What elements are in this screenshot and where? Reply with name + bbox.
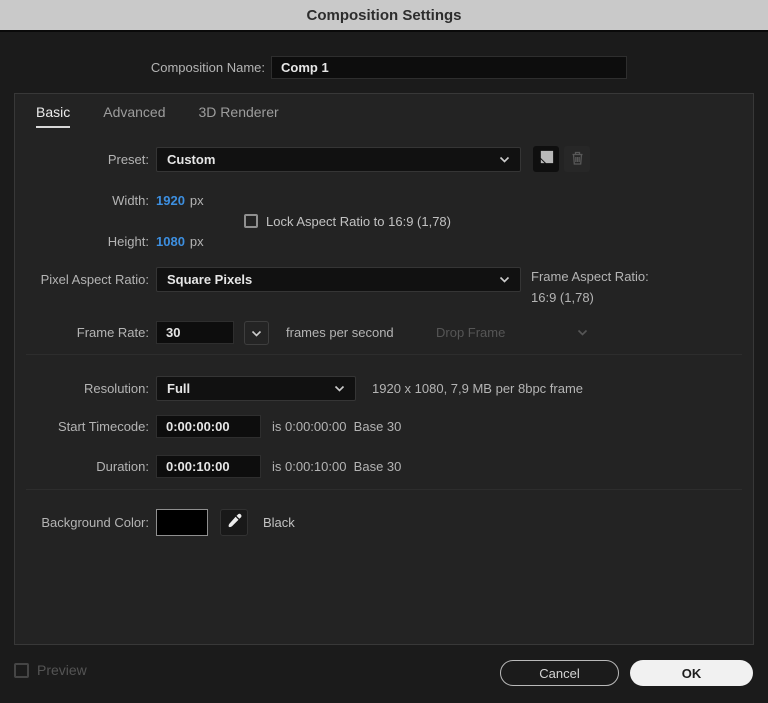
- height-value[interactable]: 1080: [156, 234, 185, 249]
- resolution-row: Resolution: Full 1920 x 1080, 7,9 MB per…: [15, 375, 583, 401]
- dialog-title: Composition Settings: [306, 6, 462, 24]
- background-color-swatch[interactable]: [156, 508, 208, 536]
- duration-label: Duration:: [96, 459, 149, 474]
- ok-button[interactable]: OK: [630, 660, 753, 686]
- duration-input[interactable]: [156, 455, 261, 478]
- chevron-down-icon: [499, 276, 510, 283]
- composition-name-label: Composition Name:: [150, 60, 265, 75]
- start-timecode-row: Start Timecode: is 0:00:00:00 Base 30: [15, 415, 401, 438]
- tab-basic[interactable]: Basic: [36, 104, 71, 128]
- drop-frame-label: Drop Frame: [436, 325, 506, 340]
- height-unit: px: [189, 233, 204, 249]
- settings-panel: Basic Advanced 3D Renderer Preset: Custo…: [14, 93, 754, 645]
- chevron-down-icon: [499, 156, 510, 163]
- pixel-aspect-ratio-value: Square Pixels: [167, 271, 253, 287]
- resolution-label: Resolution:: [83, 380, 149, 396]
- lock-aspect-row: Lock Aspect Ratio to 16:9 (1,78): [244, 212, 451, 230]
- resolution-info: 1920 x 1080, 7,9 MB per 8bpc frame: [372, 380, 584, 396]
- dialog-titlebar: Composition Settings: [0, 0, 768, 32]
- tab-bar: Basic Advanced 3D Renderer: [36, 104, 279, 128]
- preview-label: Preview: [37, 662, 87, 678]
- frame-rate-label: Frame Rate:: [76, 325, 149, 340]
- height-row: Height: 1080 px: [15, 231, 204, 251]
- pixel-aspect-ratio-dropdown[interactable]: Square Pixels: [156, 266, 521, 292]
- preset-dropdown[interactable]: Custom: [156, 146, 521, 172]
- background-color-label: Background Color:: [41, 514, 149, 530]
- background-color-name: Black: [263, 514, 295, 530]
- preset-label: Preset:: [107, 151, 149, 167]
- tab-advanced[interactable]: Advanced: [103, 104, 165, 128]
- composition-name-input[interactable]: [271, 56, 627, 79]
- frame-rate-input[interactable]: [156, 321, 234, 344]
- chevron-down-icon: [251, 325, 262, 340]
- pixel-aspect-ratio-label: Pixel Aspect Ratio:: [40, 271, 149, 287]
- background-color-row: Background Color: Black: [15, 508, 295, 536]
- delete-preset-button[interactable]: [564, 146, 590, 172]
- preset-row: Preset: Custom: [15, 146, 590, 172]
- cancel-button[interactable]: Cancel: [500, 660, 619, 686]
- preview-checkbox[interactable]: [14, 662, 29, 678]
- frame-rate-unit: frames per second: [286, 325, 394, 340]
- start-timecode-info: is 0:00:00:00 Base 30: [272, 419, 402, 434]
- eyedropper-button[interactable]: [220, 508, 248, 536]
- composition-name-row: Composition Name:: [0, 56, 768, 79]
- section-divider: [26, 489, 742, 490]
- tab-3d-renderer[interactable]: 3D Renderer: [199, 104, 279, 128]
- trash-icon: [570, 150, 585, 169]
- width-row: Width: 1920 px: [15, 190, 204, 210]
- frame-aspect-ratio-value: 16:9 (1,78): [531, 290, 594, 305]
- duration-info: is 0:00:10:00 Base 30: [272, 459, 402, 474]
- start-timecode-input[interactable]: [156, 415, 261, 438]
- width-value[interactable]: 1920: [156, 193, 185, 208]
- save-preset-icon: [538, 149, 555, 169]
- frame-aspect-ratio-info: Frame Aspect Ratio: 16:9 (1,78): [531, 266, 649, 308]
- start-timecode-label: Start Timecode:: [57, 419, 149, 434]
- drop-frame-dropdown: Drop Frame: [436, 320, 588, 345]
- eyedropper-icon: [226, 513, 242, 532]
- section-divider: [26, 354, 742, 355]
- resolution-dropdown[interactable]: Full: [156, 375, 356, 401]
- duration-row: Duration: is 0:00:10:00 Base 30: [15, 455, 401, 478]
- frame-rate-dropdown-button[interactable]: [244, 320, 269, 345]
- frame-rate-row: Frame Rate: frames per second: [15, 320, 394, 345]
- lock-aspect-checkbox[interactable]: [244, 214, 258, 228]
- height-label: Height:: [107, 233, 149, 249]
- width-label: Width:: [112, 192, 149, 208]
- chevron-down-icon: [577, 329, 588, 336]
- preview-row: Preview: [14, 662, 87, 678]
- resolution-value: Full: [167, 380, 191, 396]
- lock-aspect-label: Lock Aspect Ratio to 16:9 (1,78): [266, 213, 451, 229]
- frame-aspect-ratio-label: Frame Aspect Ratio:: [531, 269, 649, 284]
- width-unit: px: [189, 192, 204, 208]
- preset-value: Custom: [167, 151, 216, 167]
- chevron-down-icon: [334, 385, 345, 392]
- pixel-aspect-ratio-row: Pixel Aspect Ratio: Square Pixels: [15, 266, 521, 292]
- save-preset-button[interactable]: [533, 146, 559, 172]
